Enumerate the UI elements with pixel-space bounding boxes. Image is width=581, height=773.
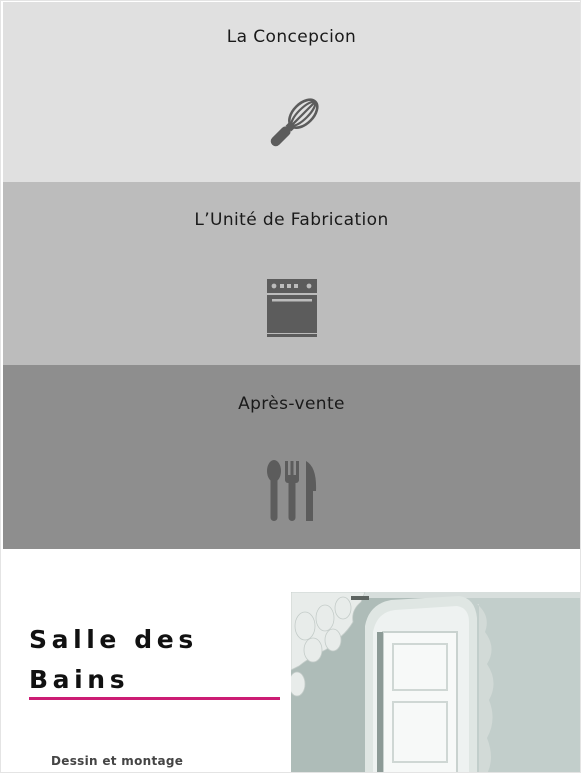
whisk-icon (259, 92, 325, 158)
bathroom-section: Salle des Bains Dessin et montage (3, 549, 580, 772)
bathroom-heading-line1: Salle des (29, 625, 198, 654)
bathroom-photo[interactable] (291, 592, 580, 772)
cutlery-icon (265, 459, 319, 523)
service-design-title: La Concepcion (226, 27, 357, 47)
page: La Concepcion L’Unité de Fabrication Apr… (0, 0, 581, 773)
bathroom-subtitle: Dessin et montage (51, 754, 184, 768)
service-after-sales[interactable]: Après-vente (3, 365, 580, 549)
service-design[interactable]: La Concepcion (3, 2, 580, 182)
oven-icon (265, 277, 319, 339)
service-after-sales-title: Après-vente (238, 394, 345, 414)
service-manufacturing-title: L’Unité de Fabrication (194, 210, 389, 230)
accent-underline (29, 697, 280, 700)
service-manufacturing[interactable]: L’Unité de Fabrication (3, 182, 580, 365)
bathroom-heading: Salle des Bains (29, 620, 198, 700)
bathroom-heading-line2: Bains (29, 665, 130, 694)
